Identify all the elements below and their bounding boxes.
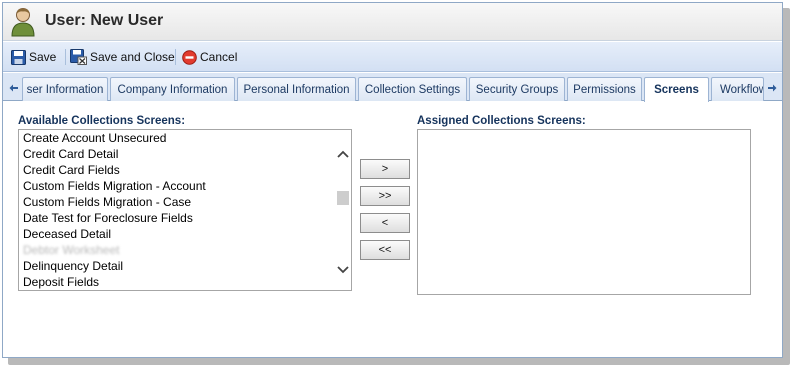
- tab-scroll-left[interactable]: [7, 78, 21, 98]
- scroll-up-button[interactable]: [336, 147, 350, 161]
- floppy-disk-icon: [11, 49, 26, 65]
- screens-panel: Available Collections Screens: Create Ac…: [3, 102, 782, 357]
- list-item[interactable]: Custom Fields Migration - Case: [19, 194, 333, 210]
- list-item[interactable]: Credit Card Detail: [19, 146, 333, 162]
- tab-collection-settings[interactable]: Collection Settings: [358, 77, 467, 101]
- add-all-button[interactable]: >>: [360, 186, 410, 206]
- tab-personal-information[interactable]: Personal Information: [237, 77, 356, 101]
- tab-label: Screens: [654, 84, 699, 96]
- tab-user-information[interactable]: ser Information: [22, 77, 108, 101]
- list-item[interactable]: Debtor Worksheet: [19, 242, 333, 258]
- save-and-close-button[interactable]: Save and Close: [70, 48, 175, 66]
- tab-label: Permissions: [573, 83, 636, 96]
- add-button[interactable]: >: [360, 159, 410, 179]
- scroll-thumb[interactable]: [337, 191, 349, 205]
- tab-permissions[interactable]: Permissions: [567, 77, 642, 101]
- save-label: Save: [29, 50, 57, 64]
- available-screens-list[interactable]: Create Account Unsecured Credit Card Deta…: [18, 129, 352, 291]
- tab-strip: ser Information Company Information Pers…: [3, 73, 782, 102]
- user-window: User: New User Save Save and Close Cance…: [2, 2, 783, 358]
- save-button[interactable]: Save: [11, 48, 56, 66]
- tab-label: Company Information: [117, 83, 228, 96]
- window-title: User: New User: [45, 12, 164, 29]
- remove-all-button[interactable]: <<: [360, 240, 410, 260]
- available-screens-label: Available Collections Screens:: [18, 115, 186, 127]
- tab-label: Security Groups: [475, 83, 559, 96]
- tab-label: ser Information: [26, 83, 104, 96]
- list-item[interactable]: Date Test for Foreclosure Fields: [19, 210, 333, 226]
- toolbar-separator: [175, 49, 176, 65]
- available-list-scrollbar[interactable]: [334, 130, 351, 290]
- toolbar-separator: [65, 49, 66, 65]
- assigned-screens-list[interactable]: [417, 129, 751, 295]
- available-screens-items: Create Account Unsecured Credit Card Deta…: [19, 130, 333, 290]
- toolbar: Save Save and Close Cancel: [3, 42, 782, 72]
- chevron-up-icon: [337, 150, 349, 158]
- tab-screens[interactable]: Screens: [644, 77, 709, 102]
- cancel-button[interactable]: Cancel: [182, 48, 237, 66]
- arrow-left-icon: [9, 84, 18, 92]
- tab-label: Workflow: [720, 83, 764, 96]
- tab-company-information[interactable]: Company Information: [110, 77, 235, 101]
- list-item[interactable]: Custom Fields Migration - Account: [19, 178, 333, 194]
- floppy-disk-close-icon: [70, 49, 87, 65]
- title-bar: User: New User: [3, 3, 782, 41]
- tab-label: Collection Settings: [364, 83, 461, 96]
- save-and-close-label: Save and Close: [90, 50, 175, 64]
- assigned-screens-label: Assigned Collections Screens:: [417, 115, 586, 127]
- list-item[interactable]: Deposit Fields: [19, 274, 333, 290]
- list-item[interactable]: Deceased Detail: [19, 226, 333, 242]
- scroll-down-button[interactable]: [336, 263, 350, 277]
- tab-label: Personal Information: [243, 83, 350, 96]
- cancel-circle-icon: [182, 49, 197, 65]
- user-icon: [11, 8, 35, 37]
- arrow-right-icon: [768, 84, 777, 92]
- tab-scroll-right[interactable]: [765, 78, 779, 98]
- chevron-down-icon: [337, 266, 349, 274]
- list-item[interactable]: Create Account Unsecured: [19, 130, 333, 146]
- tab-security-groups[interactable]: Security Groups: [469, 77, 565, 101]
- cancel-label: Cancel: [200, 50, 238, 64]
- list-item[interactable]: Delinquency Detail: [19, 258, 333, 274]
- list-item[interactable]: Credit Card Fields: [19, 162, 333, 178]
- tab-workflow[interactable]: Workflow: [711, 77, 764, 101]
- remove-button[interactable]: <: [360, 213, 410, 233]
